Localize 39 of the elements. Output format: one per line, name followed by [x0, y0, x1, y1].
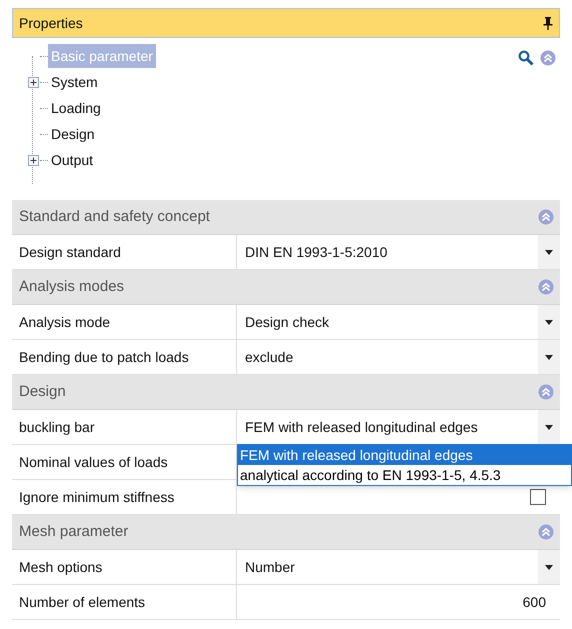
caret-icon[interactable] [545, 250, 553, 254]
tree-item[interactable]: System [48, 70, 101, 94]
section-header[interactable]: Standard and safety concept [12, 200, 560, 235]
property-label: Design standard [19, 242, 121, 262]
property-label: Number of elements [19, 592, 146, 612]
expand-icon[interactable] [28, 76, 38, 88]
caret-icon[interactable] [545, 424, 553, 430]
tree-item[interactable]: Output [48, 148, 96, 172]
section-title: Analysis modes [19, 276, 124, 297]
caret-icon[interactable] [545, 354, 553, 360]
dropdown-option[interactable]: analytical according to EN 1993-1-5, 4.5.3 [238, 465, 571, 485]
dropdown-option[interactable]: FEM with released longitudinal edges [238, 445, 571, 465]
section-header[interactable]: Mesh parameter [12, 515, 560, 550]
dropdown-value[interactable]: FEM with released longitudinal edges [237, 416, 538, 438]
property-label: Bending due to patch loads [19, 348, 189, 367]
dropdown-value[interactable]: DIN EN 1993-1-5:2010 [237, 242, 538, 262]
dropdown-value[interactable]: exclude [237, 346, 538, 368]
expand-icon[interactable] [28, 154, 38, 166]
property-label: Ignore minimum stiffness [19, 488, 174, 507]
tree-item[interactable]: Design [48, 122, 98, 146]
caret-icon[interactable] [545, 564, 553, 570]
section-header[interactable]: Design [12, 375, 560, 410]
section-title: Design [19, 382, 66, 402]
count-field-value[interactable]: 600 [522, 592, 546, 612]
checkbox[interactable] [530, 489, 546, 505]
section-header[interactable]: Analysis modes [12, 270, 560, 305]
dropdown-value[interactable]: Number [237, 556, 538, 578]
property-label: Mesh options [19, 558, 102, 577]
search-icon[interactable] [518, 50, 534, 66]
section-title: Standard and safety concept [19, 206, 210, 227]
section-title: Mesh parameter [19, 522, 128, 542]
pin-icon[interactable] [543, 16, 553, 30]
panel-title: Properties [19, 14, 83, 33]
caret-icon[interactable] [545, 320, 553, 324]
tree-item[interactable]: Loading [48, 96, 104, 120]
dropdown-value[interactable]: Design check [237, 312, 538, 332]
property-label: Nominal values of loads [19, 452, 168, 472]
property-label: Analysis mode [19, 312, 110, 332]
property-label: buckling bar [19, 418, 94, 437]
